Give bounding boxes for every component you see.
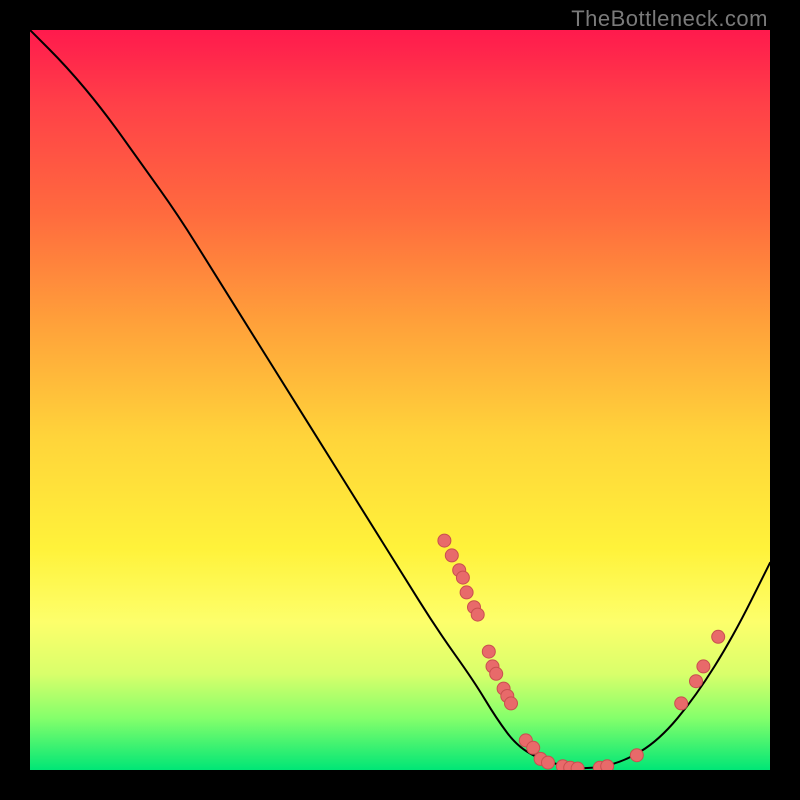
data-point bbox=[712, 630, 725, 643]
data-point bbox=[505, 697, 518, 710]
chart-stage: TheBottleneck.com bbox=[0, 0, 800, 800]
data-point bbox=[482, 645, 495, 658]
data-point bbox=[697, 660, 710, 673]
data-point bbox=[456, 571, 469, 584]
data-point bbox=[571, 762, 584, 770]
data-point bbox=[601, 760, 614, 770]
data-point bbox=[527, 741, 540, 754]
data-point bbox=[445, 549, 458, 562]
bottleneck-curve bbox=[30, 30, 770, 768]
data-point bbox=[471, 608, 484, 621]
watermark-text: TheBottleneck.com bbox=[571, 6, 768, 32]
chart-svg bbox=[30, 30, 770, 770]
data-point bbox=[438, 534, 451, 547]
data-point bbox=[675, 697, 688, 710]
data-points bbox=[438, 534, 725, 770]
plot-area bbox=[30, 30, 770, 770]
data-point bbox=[630, 749, 643, 762]
data-point bbox=[460, 586, 473, 599]
data-point bbox=[542, 756, 555, 769]
data-point bbox=[690, 675, 703, 688]
data-point bbox=[490, 667, 503, 680]
